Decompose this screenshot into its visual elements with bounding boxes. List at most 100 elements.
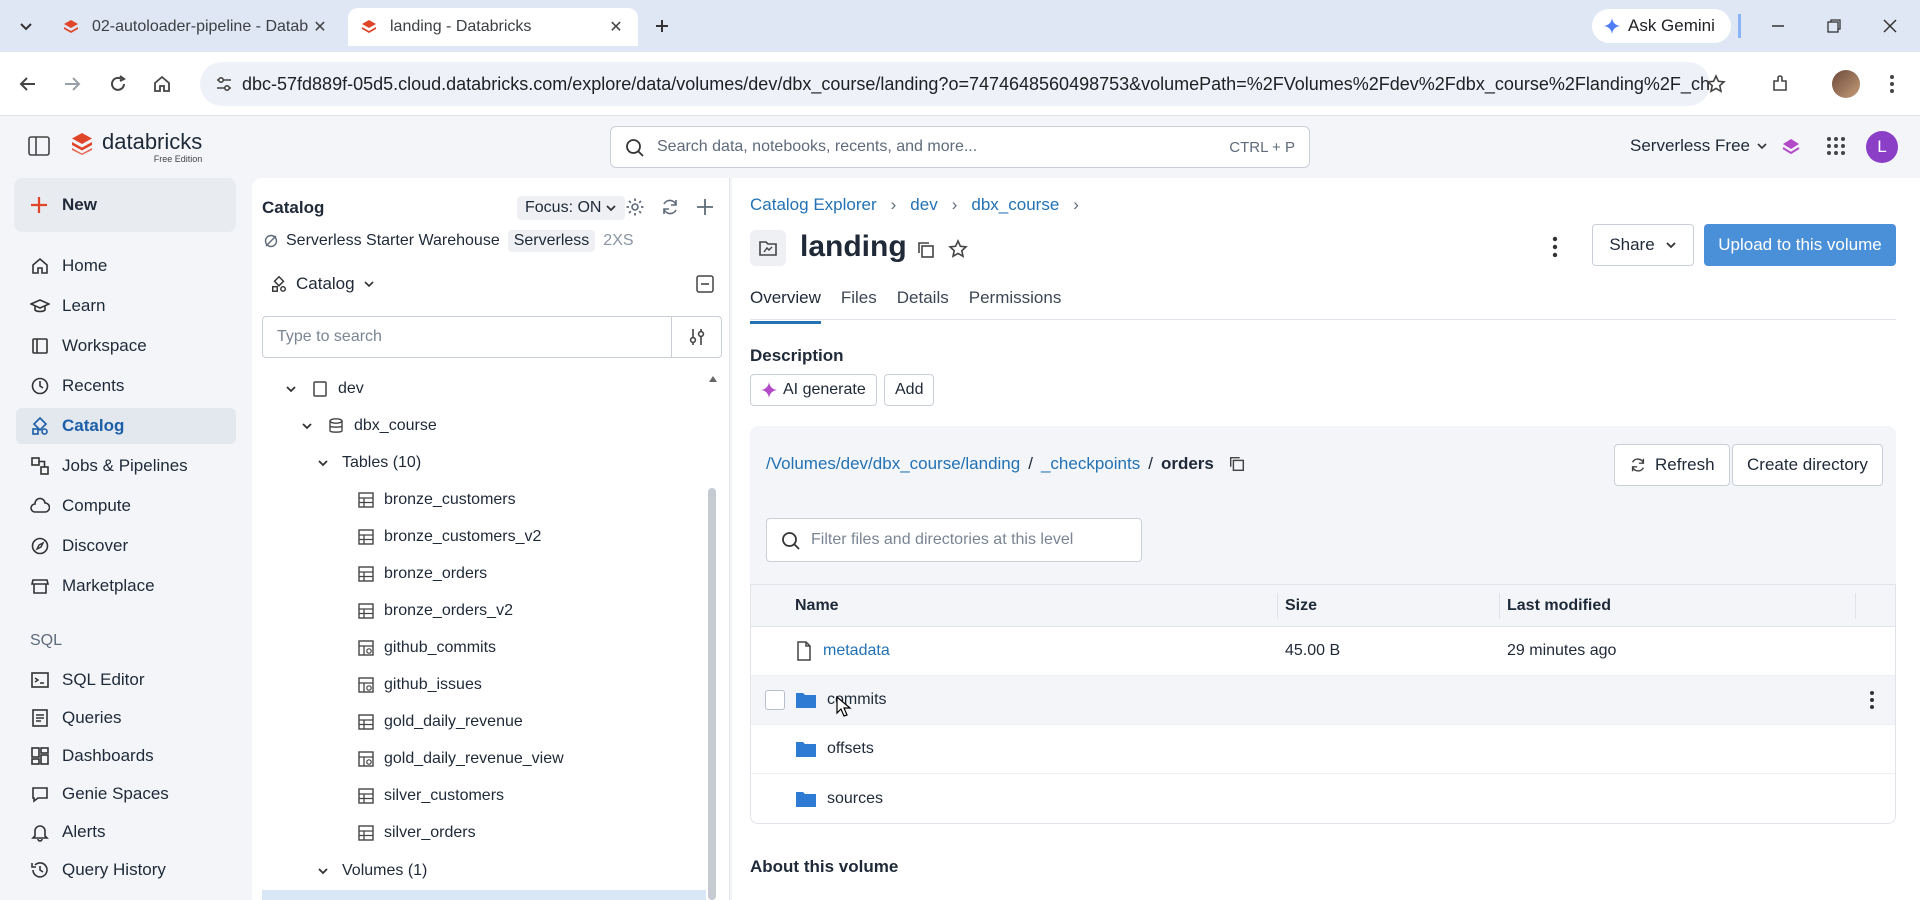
tree-table-item[interactable]: gold_daily_revenue: [356, 707, 523, 737]
chevron-down-icon[interactable]: [298, 420, 316, 432]
row-more-kebab-icon[interactable]: [1869, 690, 1875, 710]
new-button[interactable]: New: [14, 178, 236, 232]
breadcrumb-catalog-explorer[interactable]: Catalog Explorer: [750, 195, 877, 215]
browser-tab-autoloader[interactable]: 02-autoloader-pipeline - Datab ✕: [50, 8, 342, 46]
tree-table-item[interactable]: bronze_customers_v2: [356, 522, 541, 552]
nav-jobs-pipelines[interactable]: Jobs & Pipelines: [16, 448, 236, 484]
workspace-switcher[interactable]: Serverless Free: [1630, 136, 1768, 156]
folder-name[interactable]: sources: [827, 790, 883, 808]
file-table-row[interactable]: metadata 45.00 B 29 minutes ago: [751, 627, 1895, 676]
upload-to-volume-button[interactable]: Upload to this volume: [1704, 224, 1896, 266]
nav-compute[interactable]: Compute: [16, 488, 236, 524]
warehouse-selector[interactable]: Serverless Starter Warehouse Serverless …: [264, 230, 634, 252]
column-name[interactable]: Name: [795, 597, 839, 615]
file-filter-input[interactable]: Filter files and directories at this lev…: [766, 518, 1142, 562]
tree-table-item[interactable]: github_issues: [356, 670, 482, 700]
filter-sliders-icon[interactable]: [671, 317, 721, 357]
scroll-up-arrow-icon[interactable]: [708, 374, 718, 384]
catalog-search-input[interactable]: Type to search: [262, 316, 722, 358]
file-name-link[interactable]: metadata: [823, 642, 890, 660]
column-size[interactable]: Size: [1285, 597, 1317, 615]
favorite-star-icon[interactable]: [948, 239, 968, 259]
path-root-link[interactable]: /Volumes/dev/dbx_course/landing: [766, 454, 1020, 474]
focus-toggle[interactable]: Focus: ON: [517, 196, 626, 220]
apps-grid-icon[interactable]: [1826, 136, 1846, 156]
refresh-button[interactable]: Refresh: [1614, 444, 1730, 486]
nav-learn[interactable]: Learn: [16, 288, 236, 324]
add-description-button[interactable]: Add: [884, 374, 935, 406]
breadcrumb-dbx-course[interactable]: dbx_course: [971, 195, 1059, 215]
assistant-sparkle-icon[interactable]: [1780, 136, 1802, 158]
file-table-row[interactable]: offsets: [751, 725, 1895, 774]
nav-dashboards[interactable]: Dashboards: [16, 738, 236, 774]
tree-catalog-dev[interactable]: dev: [282, 374, 364, 404]
column-last-modified[interactable]: Last modified: [1507, 597, 1611, 615]
file-table-row[interactable]: commits: [751, 676, 1895, 725]
tree-table-item[interactable]: bronze_orders_v2: [356, 596, 513, 626]
close-tab-icon[interactable]: ✕: [310, 17, 330, 37]
back-arrow-icon[interactable]: [14, 70, 42, 98]
nav-queries[interactable]: Queries: [16, 700, 236, 736]
copy-icon[interactable]: [916, 240, 936, 260]
tree-tables-group[interactable]: Tables (10): [314, 448, 421, 478]
nav-home[interactable]: Home: [16, 248, 236, 284]
catalog-scrollbar-thumb[interactable]: [708, 488, 716, 900]
chevron-down-icon[interactable]: [314, 865, 332, 877]
browser-tab-landing[interactable]: landing - Databricks ✕: [348, 8, 638, 46]
forward-arrow-icon[interactable]: [58, 70, 86, 98]
copy-path-icon[interactable]: [1228, 455, 1246, 473]
tree-schema-dbx-course[interactable]: dbx_course: [298, 411, 437, 441]
catalog-type-select[interactable]: Catalog: [270, 274, 375, 294]
tree-table-item[interactable]: silver_customers: [356, 781, 504, 811]
reload-icon[interactable]: [104, 70, 132, 98]
sidebar-toggle-icon[interactable]: [28, 136, 50, 156]
minimize-window-icon[interactable]: [1764, 12, 1792, 40]
nav-marketplace[interactable]: Marketplace: [16, 568, 236, 604]
browser-menu-icon[interactable]: [1878, 70, 1906, 98]
home-browser-icon[interactable]: [148, 70, 176, 98]
restore-window-icon[interactable]: [1820, 12, 1848, 40]
nav-workspace[interactable]: Workspace: [16, 328, 236, 364]
nav-query-history[interactable]: Query History: [16, 852, 236, 888]
catalog-refresh-icon[interactable]: [657, 194, 683, 220]
chevron-down-icon[interactable]: [282, 383, 300, 395]
path-checkpoints-link[interactable]: _checkpoints: [1041, 454, 1140, 474]
extensions-icon[interactable]: [1766, 70, 1794, 98]
nav-catalog[interactable]: Catalog: [16, 408, 236, 444]
ai-generate-button[interactable]: AI generate: [750, 374, 877, 406]
nav-alerts[interactable]: Alerts: [16, 814, 236, 850]
bookmark-star-icon[interactable]: [1702, 70, 1730, 98]
ask-gemini-button[interactable]: Ask Gemini: [1592, 9, 1731, 43]
file-table-row[interactable]: sources: [751, 774, 1895, 823]
tree-selected-volume-row[interactable]: [262, 890, 706, 900]
catalog-add-plus-icon[interactable]: [692, 194, 718, 220]
breadcrumb-dev[interactable]: dev: [910, 195, 937, 215]
global-search-input[interactable]: Search data, notebooks, recents, and mor…: [610, 126, 1310, 168]
nav-recents[interactable]: Recents: [16, 368, 236, 404]
nav-genie-spaces[interactable]: Genie Spaces: [16, 776, 236, 812]
new-tab-icon[interactable]: [648, 12, 676, 40]
url-field[interactable]: dbc-57fd889f-05d5.cloud.databricks.com/e…: [200, 62, 1710, 106]
close-tab-icon[interactable]: ✕: [606, 17, 626, 37]
chevron-down-icon[interactable]: [314, 457, 332, 469]
collapse-all-icon[interactable]: [695, 274, 715, 294]
create-directory-button[interactable]: Create directory: [1732, 444, 1883, 486]
close-window-icon[interactable]: [1876, 12, 1904, 40]
more-options-kebab-icon[interactable]: [1552, 236, 1558, 258]
nav-discover[interactable]: Discover: [16, 528, 236, 564]
share-button[interactable]: Share: [1592, 224, 1694, 266]
catalog-settings-gear-icon[interactable]: [622, 194, 648, 220]
nav-sql-editor[interactable]: SQL Editor: [16, 662, 236, 698]
row-select-checkbox[interactable]: [765, 690, 785, 710]
tree-table-item[interactable]: gold_daily_revenue_view: [356, 744, 564, 774]
folder-name[interactable]: offsets: [827, 740, 874, 758]
tree-volumes-group[interactable]: Volumes (1): [314, 856, 427, 886]
databricks-logo[interactable]: databricks Free Edition: [70, 131, 202, 164]
tab-list-chevron-icon[interactable]: [12, 12, 40, 40]
browser-profile-avatar[interactable]: [1832, 70, 1860, 98]
tree-table-item[interactable]: bronze_orders: [356, 559, 487, 589]
tree-table-item[interactable]: silver_orders: [356, 818, 476, 848]
tree-table-item[interactable]: github_commits: [356, 633, 496, 663]
user-avatar[interactable]: L: [1866, 131, 1898, 163]
site-settings-icon[interactable]: [214, 74, 234, 94]
